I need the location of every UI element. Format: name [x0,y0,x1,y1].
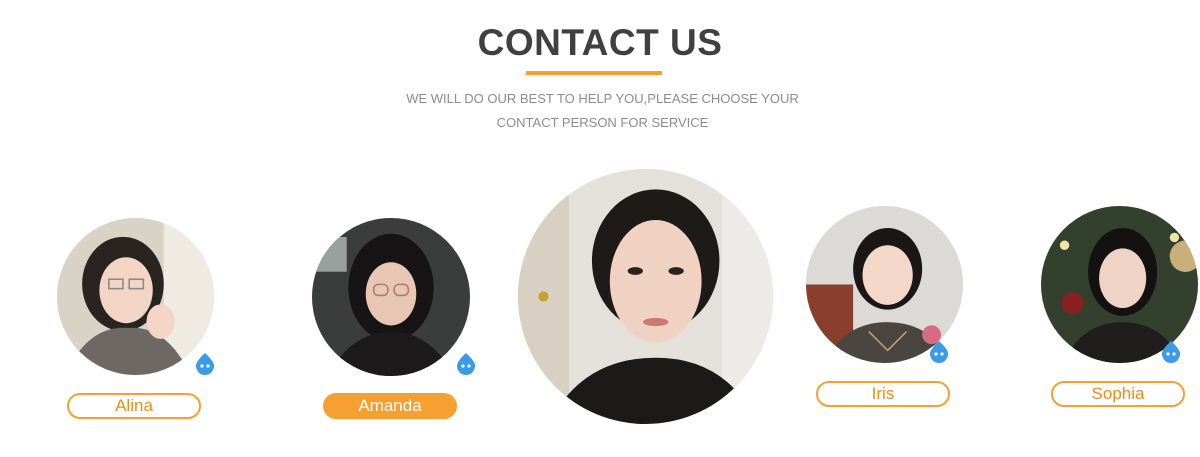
contact-photo-amanda[interactable] [312,218,470,376]
page-title: CONTACT US [477,22,723,63]
subtitle-line-2: CONTACT PERSON FOR SERVICE [496,115,709,130]
contact-name-button-iris[interactable]: Iris [816,381,950,407]
contact-name-button-amanda[interactable]: Amanda [323,393,457,419]
chat-bubble-icon[interactable] [454,352,478,376]
contact-photo-featured[interactable] [518,169,773,424]
contact-name-button-sophia[interactable]: Sophia [1051,381,1185,407]
chat-bubble-icon[interactable] [1159,340,1183,364]
chat-bubble-icon[interactable] [927,340,951,364]
contact-name-button-alina[interactable]: Alina [67,393,201,419]
contact-photo-alina[interactable] [57,218,214,375]
subtitle-line-1: WE WILL DO OUR BEST TO HELP YOU,PLEASE C… [406,91,799,106]
chat-bubble-icon[interactable] [193,352,217,376]
page-subtitle: WE WILL DO OUR BEST TO HELP YOU,PLEASE C… [390,87,815,135]
title-underline [526,71,662,75]
